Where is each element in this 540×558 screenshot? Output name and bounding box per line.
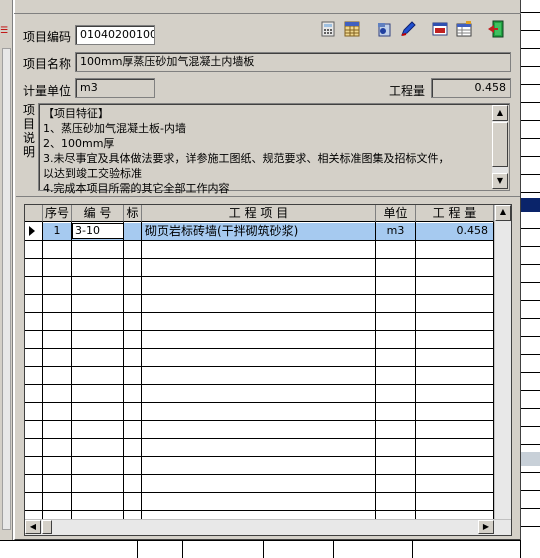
header-unit[interactable]: 单位 [376,205,416,222]
header-project[interactable]: 工 程 项 目 [142,205,376,222]
grid-scroll-left-icon[interactable]: ◀ [25,520,41,534]
header-qty[interactable]: 工 程 量 [416,205,494,222]
scroll-thumb[interactable] [492,122,508,167]
cell-code[interactable]: 3-10 [75,223,121,239]
code-label: 项目编码 [23,30,72,44]
desc-line: 3.未尽事宜及具体做法要求，详参施工图纸、规范要求、相关标准图集及招标文件， [43,152,450,165]
current-row-icon [29,226,35,236]
cell-mark[interactable] [125,223,141,239]
desc-line: 2、100mm厚 [43,137,115,150]
quantity-field[interactable]: 0.458 [431,78,511,98]
header-mark[interactable]: 标 [124,205,142,222]
cell-seq[interactable]: 1 [43,223,71,239]
description-scrollbar[interactable]: ▲ ▼ [492,105,508,189]
name-label: 项目名称 [23,57,72,71]
exit-icon[interactable] [486,20,506,40]
left-panel-edge: ☰ [0,0,13,540]
background-bottom-row [0,540,521,558]
cell-qty[interactable]: 0.458 [416,223,489,239]
cell-project[interactable]: 砌页岩标砖墙(干拌砌筑砂浆) [145,223,373,239]
grid-vertical-scrollbar[interactable]: ▲ [494,205,511,519]
header-code[interactable]: 编 号 [72,205,124,222]
unit-field[interactable]: m3 [75,78,155,98]
desc-line: 【项目特征】 [43,107,109,120]
grid-scroll-up-icon[interactable]: ▲ [495,205,511,221]
calculator-icon[interactable] [318,21,338,41]
grid-settings-icon[interactable] [454,21,474,41]
import-icon[interactable] [374,21,394,41]
desc-line: 1、蒸压砂加气混凝土板-内墙 [43,122,186,135]
edit-icon[interactable] [398,21,418,41]
quantity-label: 工程量 [389,84,426,98]
top-divider [14,13,521,14]
section-divider [16,196,520,197]
scroll-down-icon[interactable]: ▼ [492,173,508,189]
left-scrollbar[interactable] [2,48,11,530]
description-textarea[interactable]: 【项目特征】 1、蒸压砂加气混凝土板-内墙 2、100mm厚 3.未尽事宜及具体… [38,103,510,195]
header-seq[interactable]: 序号 [43,205,72,222]
unit-label: 计量单位 [23,84,72,98]
background-selected-row [521,198,540,212]
quota-grid[interactable]: 序号 编 号 标 工 程 项 目 单位 工 程 量 1 3-10 砌页岩标砖墙(… [24,204,512,536]
name-field[interactable]: 100mm厚蒸压砂加气混凝土内墙板 [75,52,511,72]
description-label: 项 目 说 明 [22,103,35,159]
grid-scroll-right-icon[interactable]: ▶ [478,520,494,534]
cell-unit[interactable]: m3 [376,223,415,239]
grid-scroll-thumb[interactable] [42,520,52,534]
table-icon[interactable] [342,21,362,41]
row-indicator-header [25,205,43,222]
grid-horizontal-scrollbar[interactable]: ◀ ▶ [25,519,511,535]
desc-line: 以达到竣工交验标准 [43,167,142,180]
menu-icon: ☰ [0,26,9,36]
background-sheet [521,0,540,557]
desc-line: 4.完成本项目所需的其它全部工作内容 [43,182,230,195]
code-field[interactable]: 010402001001 [75,25,155,45]
calendar-icon[interactable] [430,21,450,41]
scroll-up-icon[interactable]: ▲ [492,105,508,121]
